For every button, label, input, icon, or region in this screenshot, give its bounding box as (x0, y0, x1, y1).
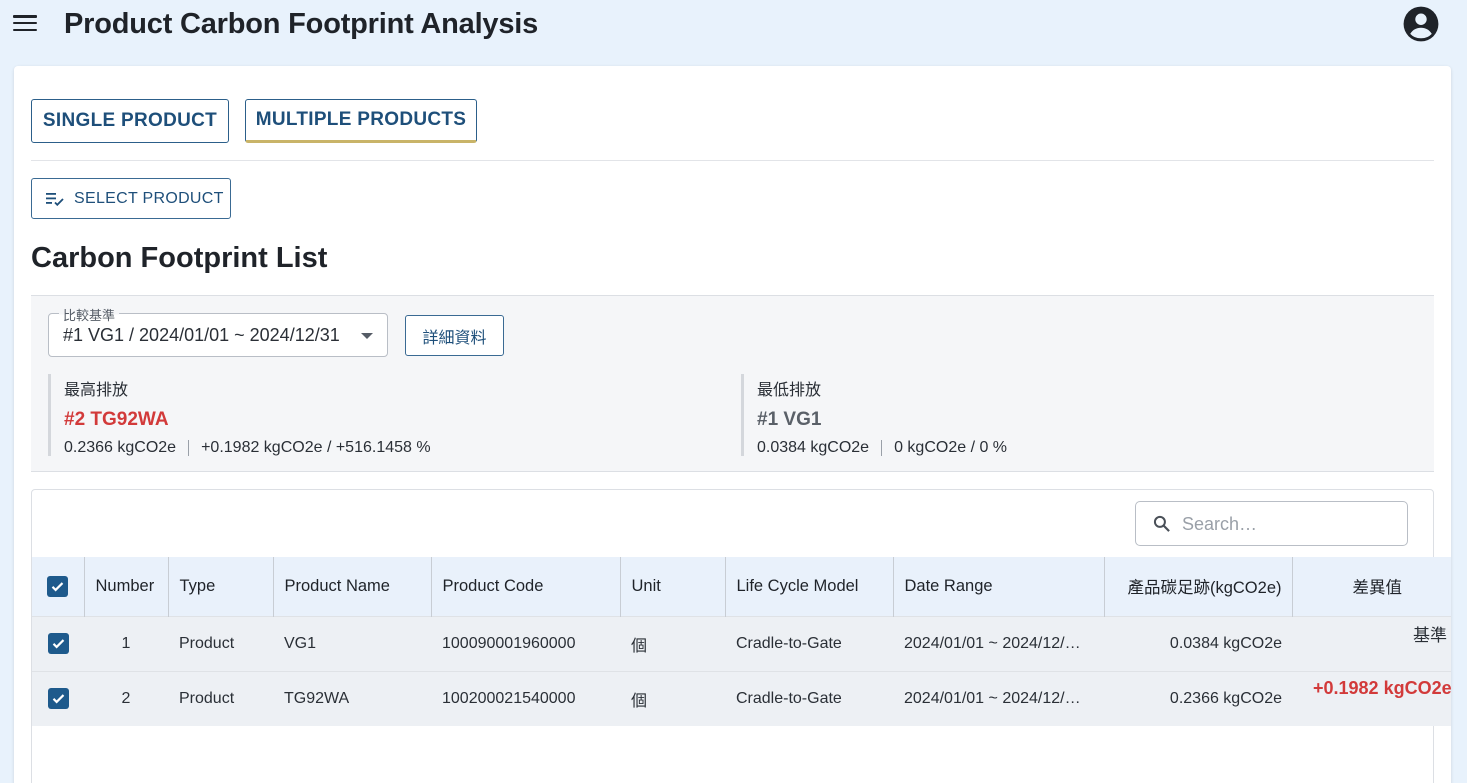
highest-label: 最高排放 (64, 382, 129, 399)
checkbox-checked-icon[interactable] (47, 688, 69, 710)
baseline-label: 比較基準 (59, 305, 120, 324)
highest-emission: 最高排放 #2 TG92WA 0.2366 kgCO2e +0.1982 kgC… (48, 374, 431, 456)
app-bar: Product Carbon Footprint Analysis (0, 0, 1467, 52)
select-product-button[interactable]: SELECT PRODUCT (31, 178, 231, 219)
cell-product-name: VG1 (284, 634, 317, 652)
row-select-cell (32, 616, 84, 671)
cell-unit: 個 (631, 692, 648, 710)
cell-date-range: 2024/01/01 ~ 2024/12/… (904, 634, 1081, 652)
baseline-select[interactable]: 比較基準 #1 VG1 / 2024/01/01 ~ 2024/12/31 (48, 305, 388, 357)
column-footprint[interactable]: 產品碳足跡(kgCO2e) (1104, 557, 1293, 616)
highest-product: #2 TG92WA (64, 409, 169, 430)
cell-product-name: TG92WA (284, 689, 350, 707)
lowest-values: 0.0384 kgCO2e 0 kgCO2e / 0 % (757, 439, 1007, 457)
cell-number: 1 (121, 634, 131, 652)
table-header-row: Number Type Product Name Product Code Un… (32, 557, 1451, 616)
cell-type: Product (179, 689, 235, 707)
lowest-product: #1 VG1 (757, 409, 822, 430)
comparison-panel: 比較基準 #1 VG1 / 2024/01/01 ~ 2024/12/31 詳細… (31, 295, 1434, 472)
column-life-cycle-model[interactable]: Life Cycle Model (725, 557, 894, 616)
baseline-value: #1 VG1 / 2024/01/01 ~ 2024/12/31 (63, 325, 340, 345)
cell-product-code: 100200021540000 (442, 689, 576, 707)
search-icon (1153, 515, 1170, 532)
footprint-table-card: Number Type Product Name Product Code Un… (31, 489, 1451, 783)
tab-divider (31, 160, 1434, 161)
highest-values: 0.2366 kgCO2e +0.1982 kgCO2e / +516.1458… (64, 439, 431, 457)
detail-button[interactable]: 詳細資料 (405, 315, 504, 356)
checklist-icon (46, 192, 64, 206)
highest-value: 0.2366 kgCO2e (64, 439, 177, 456)
tab-single-product[interactable]: SINGLE PRODUCT (31, 99, 229, 143)
lowest-diff: 0 kgCO2e / 0 % (894, 439, 1008, 456)
difference-baseline: 基準 (1413, 626, 1447, 645)
app-title: Product Carbon Footprint Analysis (64, 8, 539, 40)
column-date-range[interactable]: Date Range (893, 557, 1105, 616)
column-difference[interactable]: 差異值 (1292, 557, 1451, 616)
search-input[interactable] (1182, 512, 1397, 536)
cell-life-cycle-model: Cradle-to-Gate (736, 689, 842, 707)
table-row[interactable]: 1 Product VG1 100090001960000 個 Cradle-t… (32, 616, 1451, 671)
cell-unit: 個 (631, 637, 648, 655)
caret-down-icon (361, 333, 373, 339)
table-row[interactable]: 2 Product TG92WA 100200021540000 個 Cradl… (32, 671, 1451, 726)
menu-icon[interactable] (12, 12, 38, 34)
highest-diff: +0.1982 kgCO2e / +516.1458 % (201, 439, 431, 456)
cell-product-code: 100090001960000 (442, 634, 576, 652)
tab-multiple-products[interactable]: MULTIPLE PRODUCTS (245, 99, 477, 143)
difference-positive: +0.1982 kgCO2e (1313, 678, 1451, 699)
lowest-value: 0.0384 kgCO2e (757, 439, 870, 456)
checkbox-checked-icon[interactable] (47, 575, 69, 597)
column-product-name[interactable]: Product Name (273, 557, 432, 616)
cell-life-cycle-model: Cradle-to-Gate (736, 634, 842, 652)
column-product-code[interactable]: Product Code (431, 557, 621, 616)
cell-footprint: 0.2366 kgCO2e (1169, 689, 1282, 707)
cell-date-range: 2024/01/01 ~ 2024/12/… (904, 689, 1081, 707)
column-type[interactable]: Type (168, 557, 274, 616)
lowest-emission: 最低排放 #1 VG1 0.0384 kgCO2e 0 kgCO2e / 0 % (741, 374, 1007, 456)
value-separator (188, 440, 190, 456)
select-product-label: SELECT PRODUCT (74, 189, 224, 207)
column-number[interactable]: Number (84, 557, 169, 616)
cell-type: Product (179, 634, 235, 652)
cell-number: 2 (121, 689, 131, 707)
value-separator (881, 440, 883, 456)
section-title: Carbon Footprint List (31, 242, 328, 274)
footprint-table: Number Type Product Name Product Code Un… (32, 557, 1451, 726)
column-unit[interactable]: Unit (620, 557, 726, 616)
account-circle-icon[interactable] (1402, 5, 1440, 43)
row-select-cell (32, 671, 84, 726)
select-all-cell (32, 557, 85, 616)
cell-difference: 基準 (1292, 616, 1451, 671)
cell-difference: +0.1982 kgCO2e (1292, 671, 1451, 726)
checkbox-checked-icon[interactable] (47, 633, 69, 654)
main-card: SINGLE PRODUCT MULTIPLE PRODUCTS SELECT … (14, 66, 1451, 783)
search-box[interactable] (1135, 501, 1408, 546)
lowest-label: 最低排放 (757, 382, 822, 399)
cell-footprint: 0.0384 kgCO2e (1169, 634, 1282, 652)
